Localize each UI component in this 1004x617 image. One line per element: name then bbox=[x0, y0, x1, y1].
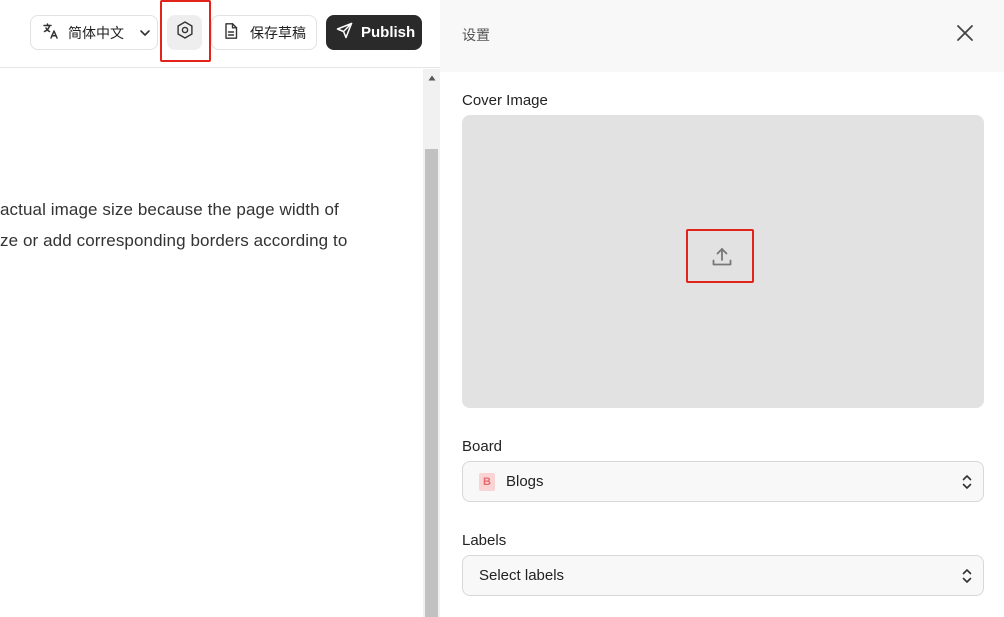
publish-label: Publish bbox=[361, 24, 416, 41]
chevron-up-down-icon bbox=[961, 567, 973, 585]
save-draft-label: 保存草稿 bbox=[250, 24, 306, 41]
close-icon bbox=[956, 24, 974, 47]
labels-label: Labels bbox=[462, 532, 507, 549]
labels-select[interactable]: Select labels bbox=[462, 555, 984, 596]
highlight-box-settings bbox=[160, 0, 211, 62]
board-badge-icon: B bbox=[479, 472, 495, 491]
board-select-value: Blogs bbox=[506, 473, 544, 490]
cover-image-label: Cover Image bbox=[462, 92, 548, 109]
publish-button[interactable]: Publish bbox=[326, 15, 422, 50]
scrollbar-thumb[interactable] bbox=[425, 149, 438, 617]
editor-content[interactable]: actual image size because the page width… bbox=[0, 69, 423, 617]
editor-area: 简体中文 保存草稿 Publish actual image size beca… bbox=[0, 0, 440, 617]
translate-icon bbox=[42, 22, 60, 43]
scroll-up-arrow-icon[interactable] bbox=[423, 69, 440, 86]
editor-text-line: ze or add corresponding borders accordin… bbox=[0, 231, 348, 250]
editor-toolbar: 简体中文 保存草稿 Publish bbox=[0, 0, 440, 68]
editor-scrollbar[interactable] bbox=[423, 69, 440, 617]
highlight-box-upload bbox=[686, 229, 754, 283]
chevron-up-down-icon bbox=[961, 473, 973, 491]
language-select-button[interactable]: 简体中文 bbox=[30, 15, 158, 50]
send-icon bbox=[336, 22, 353, 43]
language-label: 简体中文 bbox=[68, 24, 124, 41]
board-label: Board bbox=[462, 438, 503, 455]
editor-text-line: actual image size because the page width… bbox=[0, 200, 339, 219]
chevron-down-icon bbox=[138, 26, 152, 40]
document-icon bbox=[222, 22, 240, 43]
settings-panel: 设置 Cover Image Board B Blogs Labels Sele… bbox=[440, 0, 1004, 617]
labels-select-placeholder: Select labels bbox=[479, 567, 565, 584]
settings-panel-header: 设置 bbox=[440, 0, 1004, 72]
board-select[interactable]: B Blogs bbox=[462, 461, 984, 502]
settings-panel-title: 设置 bbox=[462, 27, 490, 43]
close-button[interactable] bbox=[952, 22, 978, 48]
save-draft-button[interactable]: 保存草稿 bbox=[211, 15, 317, 50]
